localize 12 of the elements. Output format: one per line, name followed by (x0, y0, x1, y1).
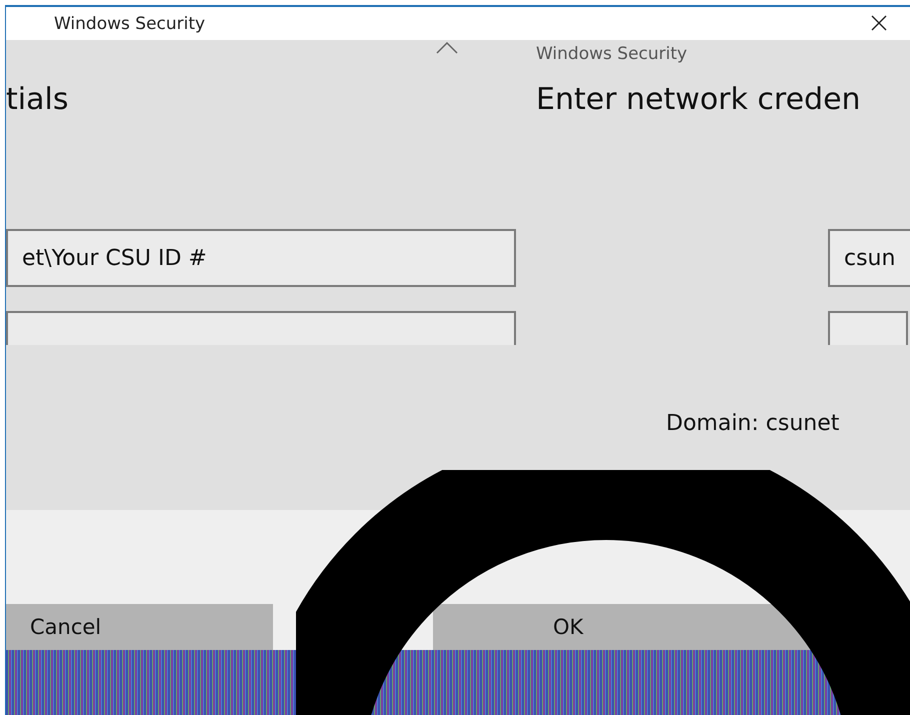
domain-label: Domain: csunet (666, 411, 840, 436)
window-subtitle: Windows Security (536, 44, 688, 66)
password-field[interactable] (828, 311, 908, 345)
password-field[interactable] (6, 311, 516, 345)
dialog-heading: Enter network creden (536, 82, 862, 117)
dialog-heading: tials (6, 82, 70, 117)
close-icon (871, 14, 887, 30)
window-title: Windows Security (54, 14, 206, 34)
username-field[interactable]: csun (828, 229, 910, 287)
username-field[interactable]: et\Your CSU ID # (6, 229, 516, 287)
cancel-button[interactable]: Cancel (6, 604, 273, 650)
chevron-up-icon (436, 42, 458, 54)
